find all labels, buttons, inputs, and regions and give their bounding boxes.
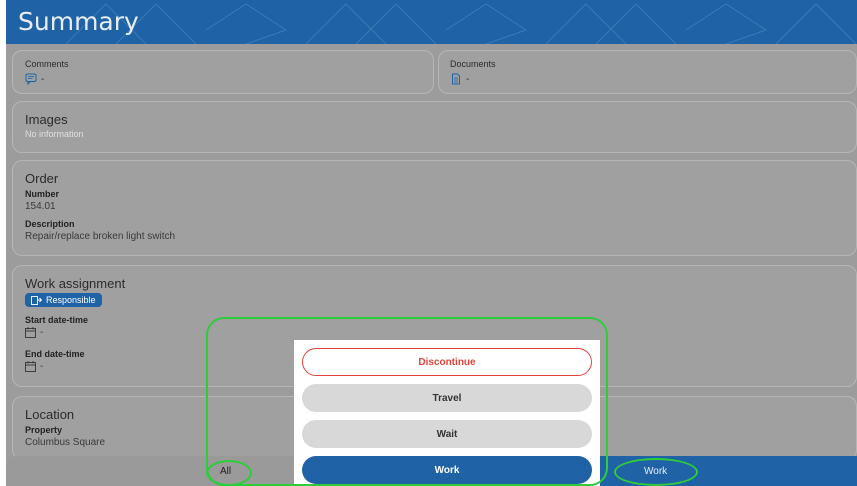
documents-card[interactable]: Documents - (438, 50, 857, 94)
start-datetime-label: Start date-time (25, 315, 89, 325)
documents-label: Documents (450, 59, 496, 69)
documents-value: - (466, 73, 470, 85)
calendar-icon (25, 327, 36, 338)
order-description-value: Repair/replace broken light switch (25, 231, 176, 242)
order-heading: Order (25, 171, 59, 186)
comment-icon (25, 73, 37, 85)
comments-card[interactable]: Comments - (12, 50, 434, 94)
calendar-icon (25, 361, 36, 372)
document-icon (452, 73, 460, 85)
comments-value: - (41, 73, 45, 85)
annotation-highlight-all (206, 460, 252, 486)
images-heading: Images (25, 112, 68, 127)
summary-page: Summary Comments - Documents - Images No… (6, 0, 857, 486)
images-empty-text: No information (25, 129, 84, 139)
order-number-value: 154.01 (25, 201, 56, 212)
page-header: Summary (6, 0, 857, 44)
start-datetime-value: - (40, 327, 44, 338)
property-value: Columbus Square (25, 437, 106, 448)
property-label: Property (25, 425, 63, 435)
order-description-label: Description (25, 219, 75, 229)
end-datetime-value: - (40, 361, 44, 372)
responsible-badge: Responsible (25, 293, 102, 307)
images-card[interactable]: Images No information (12, 101, 857, 153)
order-card[interactable]: Order Number 154.01 Description Repair/r… (12, 160, 857, 256)
annotation-highlight-menu (206, 317, 608, 486)
order-number-label: Number (25, 189, 60, 199)
annotation-highlight-work (614, 458, 698, 486)
comments-label: Comments (25, 59, 69, 69)
end-datetime-label: End date-time (25, 349, 85, 359)
page-title: Summary (18, 7, 139, 36)
work-assignment-heading: Work assignment (25, 276, 126, 291)
responsible-icon (31, 295, 42, 305)
responsible-badge-label: Responsible (46, 295, 96, 305)
location-heading: Location (25, 407, 75, 422)
